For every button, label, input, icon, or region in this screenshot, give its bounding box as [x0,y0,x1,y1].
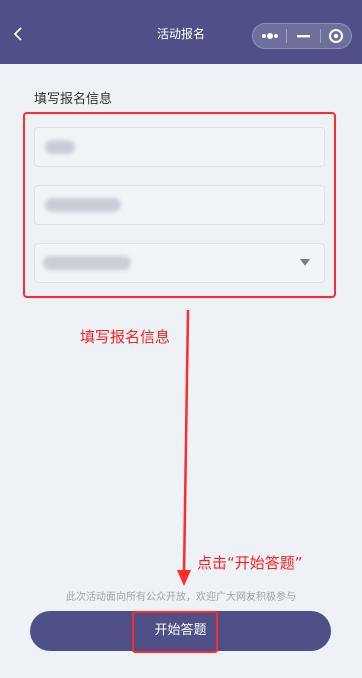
button-highlight-box [132,611,218,653]
annotation-arrow [177,309,191,586]
footer-note: 此次活动面向所有公众开放，欢迎广大网友积极参与 [66,592,296,603]
